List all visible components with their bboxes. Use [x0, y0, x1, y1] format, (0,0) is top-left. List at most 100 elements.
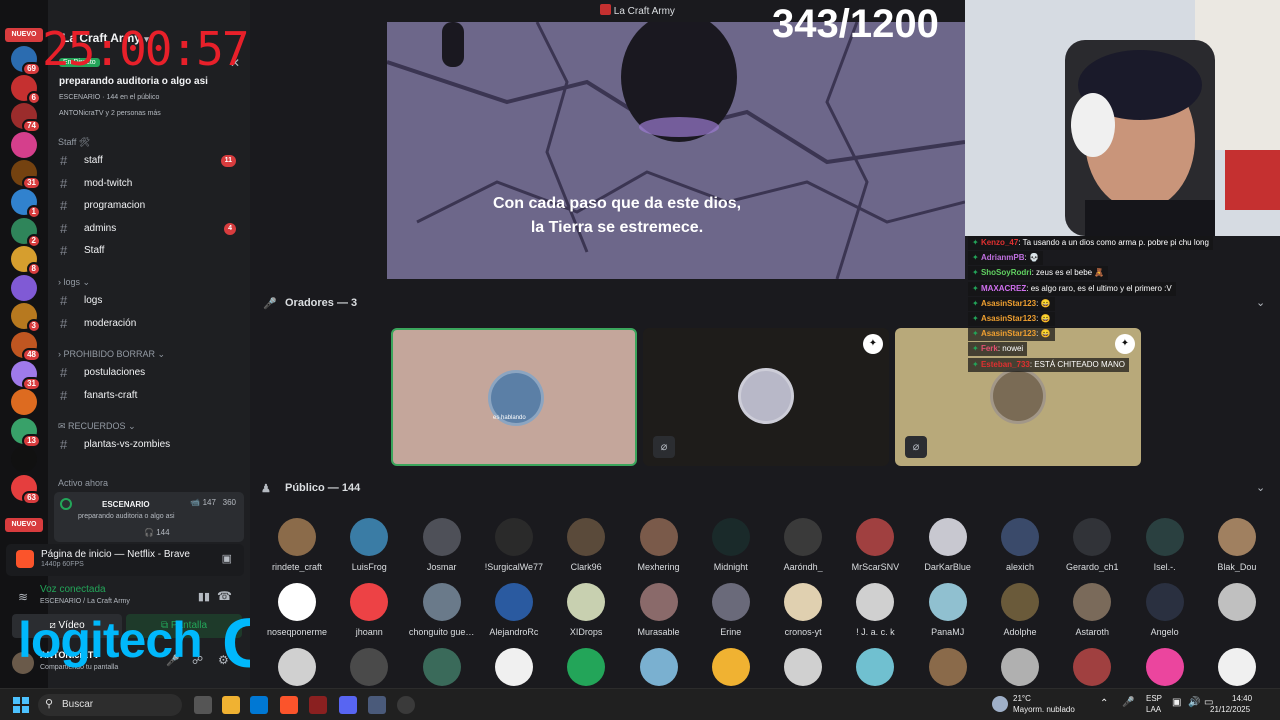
- channel-postulaciones[interactable]: # postulaciones: [56, 363, 244, 383]
- category-logs[interactable]: › logs ⌄: [58, 277, 90, 288]
- audience-member[interactable]: [261, 648, 333, 686]
- avatar: [1073, 648, 1112, 686]
- category-recuerdos[interactable]: ✉ RECUERDOS ⌄: [58, 421, 136, 432]
- app-icon[interactable]: [309, 696, 327, 714]
- channel-admins[interactable]: # admins 4: [56, 219, 244, 239]
- audience-member[interactable]: cronos-yt: [767, 583, 839, 637]
- audience-member[interactable]: noseqponerme: [261, 583, 333, 637]
- lang-1[interactable]: ESP: [1146, 694, 1162, 703]
- audience-member[interactable]: [912, 648, 984, 686]
- channel-plantas-vs-zombies[interactable]: # plantas-vs-zombies: [56, 435, 244, 455]
- audience-member[interactable]: [984, 648, 1056, 686]
- audience-member[interactable]: rindete_craft: [261, 518, 333, 572]
- server-icon[interactable]: 69: [11, 46, 41, 76]
- channel-staff[interactable]: # staff 11: [56, 151, 244, 171]
- audience-member[interactable]: Mexhering: [623, 518, 695, 572]
- audience-member[interactable]: !SurgicalWe77: [478, 518, 550, 572]
- server-icon[interactable]: 3: [11, 303, 41, 334]
- close-stream-icon[interactable]: ▣: [222, 552, 232, 565]
- taskbar-search[interactable]: ⚲ Buscar: [38, 694, 182, 716]
- audience-member[interactable]: [478, 648, 550, 686]
- audience-member[interactable]: [333, 648, 405, 686]
- audience-member[interactable]: alexich: [984, 518, 1056, 572]
- channel-moderaci-n[interactable]: # moderación: [56, 314, 244, 334]
- brave-icon[interactable]: [280, 696, 298, 714]
- category-staff[interactable]: Staff 🛠: [58, 137, 90, 148]
- server-icon[interactable]: 31: [11, 360, 41, 391]
- audience-member[interactable]: [695, 648, 767, 686]
- stream-video[interactable]: Con cada paso que da este dios, la Tierr…: [387, 22, 965, 279]
- disconnect-icon[interactable]: ☎: [217, 589, 232, 603]
- audience-member[interactable]: [406, 648, 478, 686]
- volume-icon[interactable]: 🔊: [1188, 697, 1200, 708]
- stream-source-panel[interactable]: Página de inicio — Netflix - Brave 1440p…: [6, 544, 244, 576]
- chevron-down-icon[interactable]: ⌄: [1256, 481, 1265, 494]
- settings-icon[interactable]: [368, 696, 386, 714]
- server-icon[interactable]: [11, 389, 37, 416]
- audience-member[interactable]: Astaroth: [1056, 583, 1128, 637]
- soundboard-icon[interactable]: ▮▮: [198, 590, 210, 603]
- audience-member[interactable]: Aaróndh_: [767, 518, 839, 572]
- audience-member[interactable]: MrScarSNV: [839, 518, 911, 572]
- server-icon[interactable]: [11, 274, 37, 301]
- channel-staff[interactable]: # Staff: [56, 241, 244, 261]
- audience-member[interactable]: LuisFrog: [333, 518, 405, 572]
- server-icon[interactable]: 31: [11, 160, 41, 191]
- audience-member[interactable]: Clark96: [550, 518, 622, 572]
- category-prohibido[interactable]: › PROHIBIDO BORRAR ⌄: [58, 349, 165, 360]
- chevron-up-icon[interactable]: ⌃: [1100, 698, 1108, 709]
- network-icon[interactable]: ▣: [1172, 697, 1181, 708]
- audience-member[interactable]: Josmar: [406, 518, 478, 572]
- audience-member[interactable]: Murasable: [623, 583, 695, 637]
- audience-member[interactable]: AlejandroRc: [478, 583, 550, 637]
- channel-mod-twitch[interactable]: # mod-twitch: [56, 174, 244, 194]
- server-icon[interactable]: 74: [11, 103, 41, 134]
- audience-member[interactable]: [550, 648, 622, 686]
- audience-member[interactable]: Isel.-.: [1129, 518, 1201, 572]
- file-explorer-icon[interactable]: [222, 696, 240, 714]
- clock-time[interactable]: 14:40: [1232, 694, 1252, 703]
- audience-member[interactable]: XIDrops: [550, 583, 622, 637]
- audience-member[interactable]: Adolphe: [984, 583, 1056, 637]
- audience-member[interactable]: [839, 648, 911, 686]
- windows-start-icon[interactable]: [13, 697, 29, 713]
- server-icon[interactable]: [11, 446, 37, 473]
- store-icon[interactable]: [250, 696, 268, 714]
- server-icon[interactable]: 6: [11, 74, 41, 105]
- channel-logs[interactable]: # logs: [56, 291, 244, 311]
- server-icon[interactable]: 13: [11, 417, 41, 448]
- server-icon[interactable]: 2: [11, 217, 41, 248]
- audience-member[interactable]: [1201, 583, 1273, 621]
- audience-member[interactable]: [623, 648, 695, 686]
- server-icon[interactable]: 8: [11, 246, 41, 277]
- clock-date[interactable]: 21/12/2025: [1210, 705, 1250, 714]
- audience-member[interactable]: Midnight: [695, 518, 767, 572]
- audience-member[interactable]: Erine: [695, 583, 767, 637]
- audience-member[interactable]: Blak_Dou: [1201, 518, 1273, 572]
- active-stage-card[interactable]: ESCENARIO 📹 147 360 preparando auditoria…: [54, 492, 244, 542]
- lang-2[interactable]: LAA: [1146, 705, 1161, 714]
- mic-icon[interactable]: 🎤: [1122, 697, 1134, 708]
- discord-icon[interactable]: [339, 696, 357, 714]
- server-icon[interactable]: [11, 131, 37, 158]
- audience-member[interactable]: DarKarBlue: [912, 518, 984, 572]
- server-icon[interactable]: 48: [11, 332, 41, 362]
- audience-member[interactable]: chonguito gue…: [406, 583, 478, 637]
- audience-member[interactable]: PanaMJ: [912, 583, 984, 637]
- obs-icon[interactable]: [397, 696, 415, 714]
- audience-member[interactable]: Angelo: [1129, 583, 1201, 637]
- audience-member[interactable]: ! J. a. c. k: [839, 583, 911, 637]
- channel-programacion[interactable]: # programacion: [56, 196, 244, 216]
- audience-member[interactable]: Gerardo_ch1: [1056, 518, 1128, 572]
- task-view-icon[interactable]: [194, 696, 212, 714]
- audience-member[interactable]: jhoann: [333, 583, 405, 637]
- server-icon[interactable]: 1: [11, 189, 41, 219]
- audience-member[interactable]: [1201, 648, 1273, 686]
- speaker-tile[interactable]: es hablando: [391, 328, 637, 466]
- speaker-tile[interactable]: ⌀ ✦: [643, 328, 889, 466]
- audience-member[interactable]: [767, 648, 839, 686]
- channel-fanarts-craft[interactable]: # fanarts-craft: [56, 386, 244, 406]
- audience-member[interactable]: [1056, 648, 1128, 686]
- audience-member[interactable]: [1129, 648, 1201, 686]
- server-icon[interactable]: 63: [11, 475, 41, 505]
